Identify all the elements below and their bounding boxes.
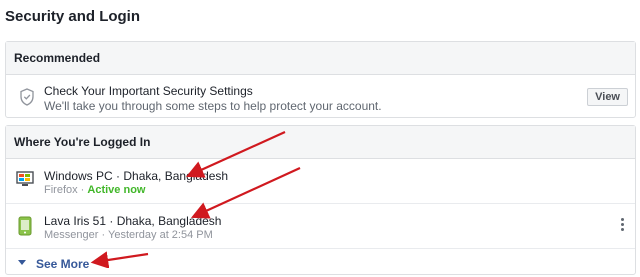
view-button[interactable]: View — [587, 88, 628, 106]
page-title: Security and Login — [5, 8, 141, 25]
recommended-panel: Recommended Check Your Important Securit… — [5, 41, 636, 118]
session-device: Windows PC — [44, 169, 113, 183]
recommended-header: Recommended — [6, 42, 635, 75]
session-time: Yesterday at 2:54 PM — [108, 229, 213, 241]
logged-in-panel: Where You're Logged In Windows PC · Dhak… — [5, 125, 636, 275]
security-settings-subtitle: We'll take you through some steps to hel… — [44, 99, 382, 113]
session-location: Dhaka, Bangladesh — [116, 214, 222, 228]
session-device: Lava Iris 51 — [44, 214, 107, 228]
session-app: Firefox — [44, 184, 78, 196]
shield-icon — [20, 88, 34, 106]
active-status: Active now — [87, 184, 146, 196]
more-options-icon[interactable] — [621, 218, 625, 233]
see-more-link[interactable]: See More — [36, 257, 89, 271]
desktop-icon — [16, 171, 34, 186]
session-location: Dhaka, Bangladesh — [123, 169, 229, 183]
chevron-down-icon — [18, 260, 26, 265]
session-subtitle: Firefox · Active now — [44, 184, 146, 196]
session-title: Lava Iris 51 · Dhaka, Bangladesh — [44, 214, 222, 228]
security-settings-title: Check Your Important Security Settings — [44, 84, 253, 98]
see-more-row[interactable]: See More — [6, 249, 635, 277]
logged-in-header: Where You're Logged In — [6, 126, 635, 159]
security-settings-row[interactable]: Check Your Important Security Settings W… — [6, 75, 635, 119]
phone-icon — [18, 216, 32, 236]
session-app: Messenger — [44, 229, 99, 241]
session-title: Windows PC · Dhaka, Bangladesh — [44, 169, 229, 183]
session-subtitle: Messenger · Yesterday at 2:54 PM — [44, 229, 213, 241]
session-row[interactable]: Lava Iris 51 · Dhaka, Bangladesh Messeng… — [6, 204, 635, 249]
session-row[interactable]: Windows PC · Dhaka, Bangladesh Firefox ·… — [6, 159, 635, 204]
